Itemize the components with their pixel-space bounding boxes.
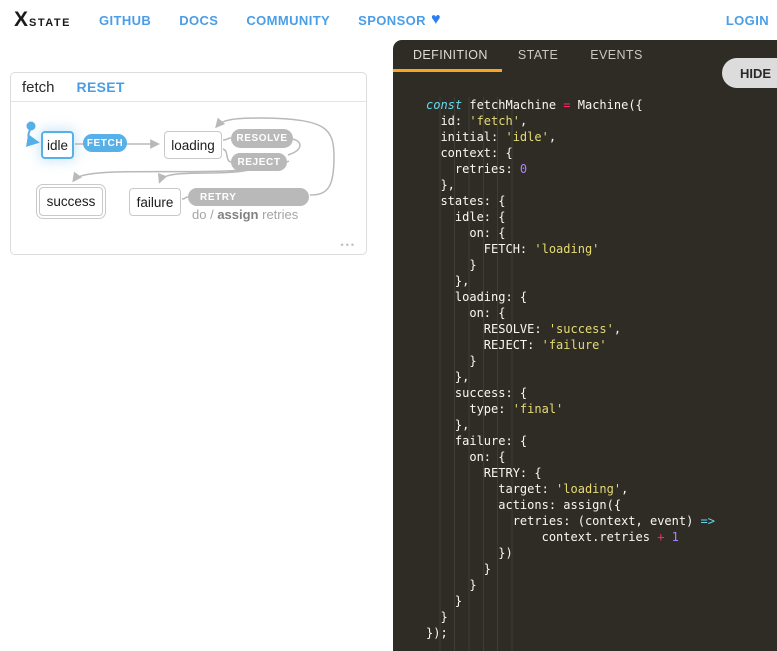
state-node-loading[interactable]: loading: [164, 131, 222, 159]
event-button-reject[interactable]: REJECT: [231, 153, 287, 171]
state-node-idle[interactable]: idle: [41, 131, 74, 159]
xstate-logo[interactable]: X STATE: [14, 8, 71, 32]
event-button-fetch[interactable]: FETCH: [83, 134, 127, 152]
logo-state-text: STATE: [29, 17, 71, 29]
tab-bar: DEFINITION STATE EVENTS: [393, 40, 777, 72]
retry-action-label: do / assign retries: [192, 207, 298, 222]
event-button-resolve[interactable]: RESOLVE: [231, 129, 293, 148]
nav-link-docs[interactable]: DOCS: [179, 13, 218, 28]
logo-x-glyph: X: [14, 8, 28, 32]
panel-resize-handle[interactable]: •••: [341, 240, 356, 250]
action-name: assign: [217, 207, 258, 222]
login-link[interactable]: LOGIN: [726, 13, 769, 28]
nav-link-github[interactable]: GITHUB: [99, 13, 151, 28]
machine-header: fetch RESET: [11, 73, 366, 102]
top-nav: X STATE GITHUB DOCS COMMUNITY SPONSOR ♥ …: [0, 0, 777, 40]
nav-link-community[interactable]: COMMUNITY: [246, 13, 330, 28]
initial-transition-arrow: [28, 130, 36, 142]
reset-button[interactable]: RESET: [77, 79, 125, 95]
tab-definition[interactable]: DEFINITION: [393, 40, 502, 72]
machine-panel: fetch RESET idle FETCH l: [10, 72, 367, 255]
state-diagram: idle FETCH loading RESOLVE REJECT succes…: [11, 102, 366, 254]
code-content: const fetchMachine = Machine({ id: 'fetc…: [393, 72, 777, 641]
event-button-retry[interactable]: RETRY: [188, 188, 309, 206]
transition-arrows: [11, 102, 366, 254]
machine-title: fetch: [22, 79, 55, 96]
action-arg: retries: [262, 207, 298, 222]
state-node-failure[interactable]: failure: [129, 188, 181, 216]
sponsor-label: SPONSOR: [358, 13, 426, 28]
tab-events[interactable]: EVENTS: [574, 40, 658, 72]
initial-state-dot: [27, 122, 36, 131]
nav-link-sponsor[interactable]: SPONSOR ♥: [358, 12, 441, 28]
heart-icon: ♥: [431, 12, 441, 28]
action-do-prefix: do /: [192, 207, 214, 222]
state-node-success[interactable]: success: [39, 187, 103, 216]
tab-state[interactable]: STATE: [502, 40, 574, 72]
code-editor[interactable]: const fetchMachine = Machine({ id: 'fetc…: [393, 72, 777, 651]
code-panel: DEFINITION STATE EVENTS HIDE const fetch…: [393, 40, 777, 651]
loading-reject-connector: [223, 149, 231, 162]
loading-resolve-connector: [223, 138, 231, 140]
